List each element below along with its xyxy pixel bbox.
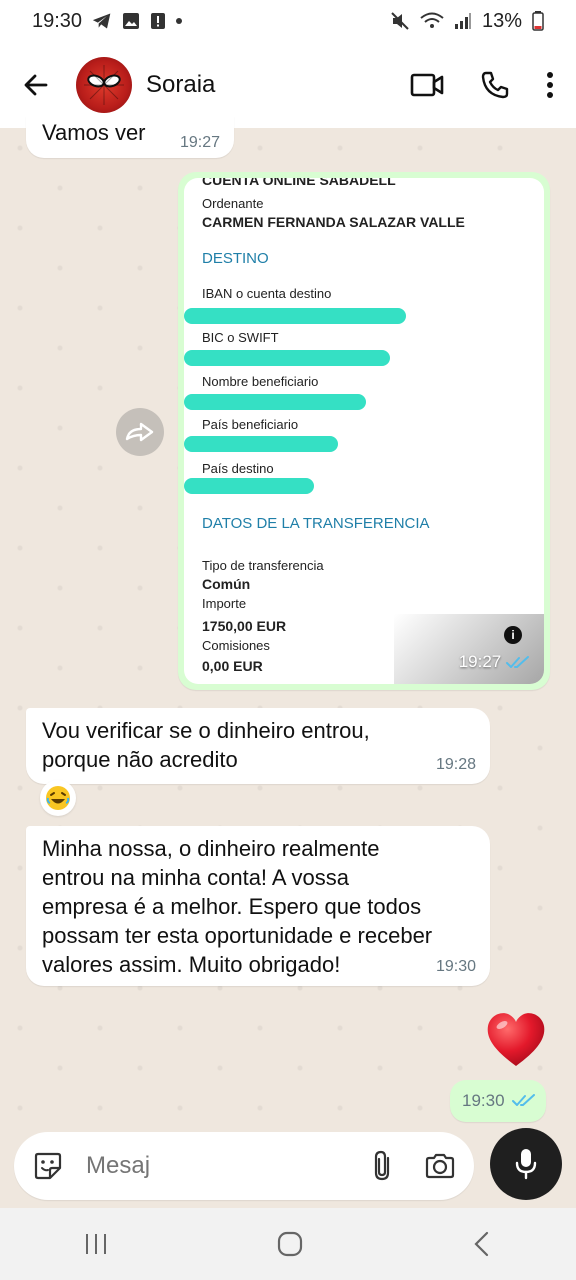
message-time: 19:30 xyxy=(435,958,476,975)
doc-nombre-label: Nombre beneficiario xyxy=(202,374,319,389)
message-bubble[interactable]: Vou verificar se o dinheiro entrou, porq… xyxy=(26,708,490,784)
forward-button[interactable] xyxy=(116,408,164,456)
more-vertical-icon[interactable] xyxy=(546,71,554,99)
doc-datos-heading: DATOS DE LA TRANSFERENCIA xyxy=(202,515,430,532)
camera-icon[interactable] xyxy=(424,1152,456,1180)
message-line: valores assim. Muito obrigado! xyxy=(42,952,341,977)
message-input[interactable] xyxy=(84,1151,318,1181)
alert-icon xyxy=(151,13,166,29)
double-check-icon xyxy=(512,1094,535,1106)
transfer-receipt-image[interactable]: CUENTA ONLINE SABADELL Ordenante CARMEN … xyxy=(184,178,544,684)
redaction-mark xyxy=(184,308,406,324)
message-bubble-partial[interactable]: Vamos ver 19:27 xyxy=(26,116,234,158)
doc-tipo-value: Común xyxy=(202,576,251,592)
message-bubble[interactable]: Minha nossa, o dinheiro realmente entrou… xyxy=(26,826,490,986)
telegram-icon xyxy=(92,13,111,29)
laughing-emoji-icon xyxy=(46,786,70,810)
message-line: possam ter esta oportunidade e receber xyxy=(42,923,433,948)
mute-icon xyxy=(391,12,409,30)
voice-message-button[interactable] xyxy=(490,1128,562,1200)
sent-message-meta[interactable]: 19:30 xyxy=(450,1080,546,1122)
image-message[interactable]: CUENTA ONLINE SABADELL Ordenante CARMEN … xyxy=(178,172,550,690)
system-nav-bar xyxy=(0,1208,576,1280)
image-icon xyxy=(123,13,140,29)
doc-destino-heading: DESTINO xyxy=(202,250,269,267)
heart-emoji-icon[interactable] xyxy=(484,1008,548,1072)
message-line: Vou verificar se o dinheiro entrou, xyxy=(42,718,370,743)
back-nav-icon[interactable] xyxy=(471,1230,493,1258)
message-text: Vou verificar se o dinheiro entrou, porq… xyxy=(42,716,370,774)
redaction-mark xyxy=(184,436,338,452)
message-composer xyxy=(14,1132,474,1200)
back-button[interactable] xyxy=(14,63,58,107)
doc-ordenante-label: Ordenante xyxy=(202,196,264,211)
forward-icon xyxy=(125,422,154,442)
doc-header: CUENTA ONLINE SABADELL xyxy=(202,178,396,188)
info-icon[interactable]: i xyxy=(504,626,522,644)
message-time: 19:27 xyxy=(179,134,220,151)
doc-tipo-label: Tipo de transferencia xyxy=(202,558,324,573)
image-shade xyxy=(394,614,544,684)
spider-mask-icon xyxy=(84,65,124,105)
wifi-icon xyxy=(420,12,444,28)
double-check-icon xyxy=(506,655,529,668)
doc-iban-label: IBAN o cuenta destino xyxy=(202,286,332,301)
arrow-left-icon xyxy=(24,74,48,96)
reaction-badge[interactable] xyxy=(40,780,76,816)
microphone-icon xyxy=(515,1149,537,1180)
contact-name[interactable]: Soraia xyxy=(146,71,410,99)
doc-pais-dest-label: País destino xyxy=(202,461,274,476)
doc-importe-value: 1750,00 EUR xyxy=(202,618,287,634)
message-line: Minha nossa, o dinheiro realmente xyxy=(42,836,380,861)
doc-pais-benef-label: País beneficiario xyxy=(202,417,299,432)
doc-importe-label: Importe xyxy=(202,596,247,611)
battery-percent: 13% xyxy=(481,9,522,32)
message-time: 19:30 xyxy=(462,1091,505,1110)
message-text: Vamos ver xyxy=(42,120,146,145)
home-icon[interactable] xyxy=(276,1230,304,1258)
image-time: 19:27 xyxy=(459,652,530,672)
status-bar: 19:30 13% xyxy=(0,0,576,42)
redaction-mark xyxy=(184,350,390,366)
recent-apps-icon[interactable] xyxy=(83,1231,109,1257)
message-line: entrou na minha conta! A vossa xyxy=(42,865,349,890)
contact-avatar[interactable] xyxy=(76,57,132,113)
message-line: porque não acredito xyxy=(42,747,238,772)
more-notifications-dot xyxy=(176,18,183,24)
message-time: 19:28 xyxy=(435,756,476,773)
signal-icon xyxy=(454,13,471,29)
doc-bic-label: BIC o SWIFT xyxy=(202,330,279,345)
message-line: empresa é a melhor. Espero que todos xyxy=(42,894,422,919)
doc-comisiones-label: Comisiones xyxy=(202,638,270,653)
redaction-mark xyxy=(184,394,366,410)
clock: 19:30 xyxy=(32,9,83,32)
phone-call-icon[interactable] xyxy=(480,70,510,100)
battery-icon xyxy=(532,11,544,31)
image-time-text: 19:27 xyxy=(458,652,502,671)
doc-ordenante-value: CARMEN FERNANDA SALAZAR VALLE xyxy=(202,214,465,230)
redaction-mark xyxy=(184,478,314,494)
attach-icon[interactable] xyxy=(370,1149,396,1183)
message-text: Minha nossa, o dinheiro realmente entrou… xyxy=(42,834,432,979)
sticker-icon[interactable] xyxy=(32,1150,64,1182)
doc-comisiones-value: 0,00 EUR xyxy=(202,658,263,674)
video-call-icon[interactable] xyxy=(410,72,444,98)
